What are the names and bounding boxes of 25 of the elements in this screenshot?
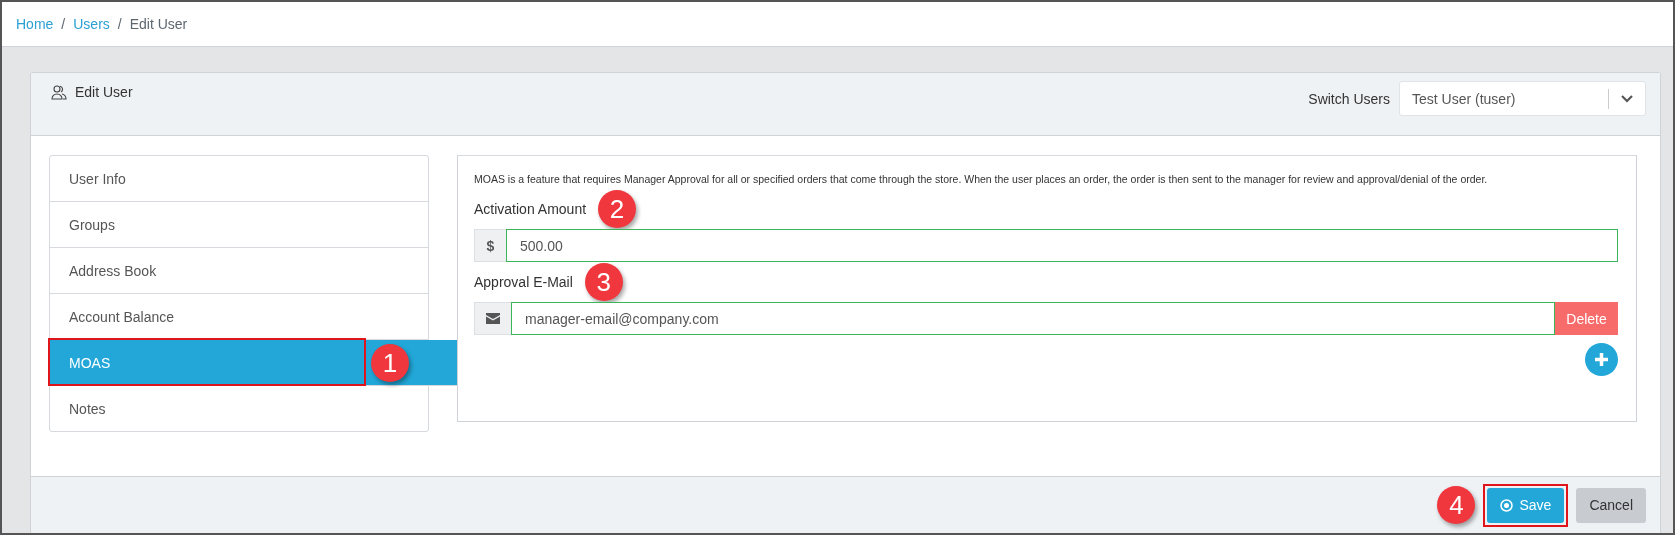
users-icon	[51, 84, 67, 100]
sidebar-item[interactable]: Address Book	[50, 248, 428, 294]
description-text: MOAS is a feature that requires Manager Approval for all or specified orders that come through the store. When the user places an order, the order is then sent to the manager for review and approval/denial of the order.	[474, 173, 1489, 185]
breadcrumb-current: Edit User	[129, 16, 188, 32]
breadcrumb-separator: /	[117, 16, 122, 32]
sidebar-item[interactable]: User Info	[50, 156, 428, 202]
amount-field[interactable]: 500.00	[506, 229, 1618, 262]
callout-badge: 4	[1437, 486, 1476, 524]
field-label: Approval E-Mail	[474, 274, 573, 290]
user-select[interactable]: Test User (tuser)	[1399, 81, 1646, 116]
card-title: Edit User	[75, 84, 133, 100]
radio-dot-icon	[1500, 498, 1514, 512]
envelope-icon	[486, 313, 500, 324]
add-icon[interactable]	[1585, 343, 1618, 376]
breadcrumb-separator: /	[61, 16, 66, 32]
chevron-down-icon	[1621, 94, 1633, 103]
callout-badge: 2	[598, 190, 637, 228]
sidebar-item[interactable]: Groups	[50, 202, 428, 248]
currency-addon: $	[474, 229, 506, 262]
cancel-button[interactable]: Cancel	[1576, 487, 1646, 523]
switch-users-label: Switch Users	[1308, 90, 1390, 107]
callout-badge: 3	[584, 263, 623, 301]
field-label: Activation Amount	[474, 201, 587, 217]
email-field[interactable]: manager-email@company.com	[511, 302, 1555, 335]
sidebar-item[interactable]: Notes	[50, 386, 428, 431]
